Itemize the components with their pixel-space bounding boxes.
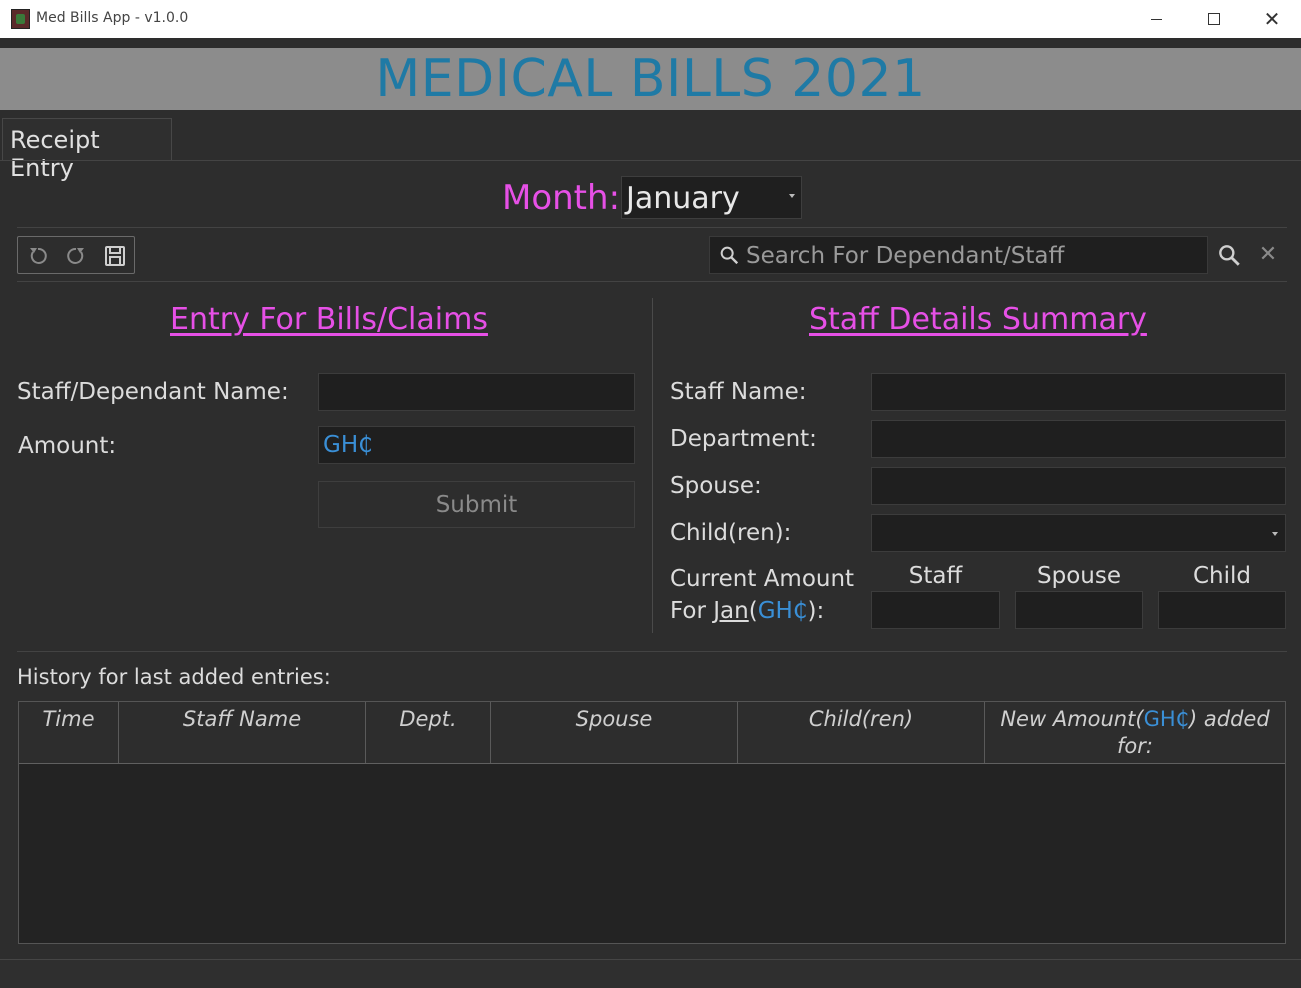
current-amount-label: Current Amount (670, 566, 855, 592)
submit-button[interactable]: Submit (318, 481, 635, 528)
tab-receipt-entry[interactable]: Receipt Entry (2, 118, 172, 182)
staff-amount-field[interactable] (871, 591, 1000, 629)
new-amount-prefix: New Amount (1000, 707, 1136, 731)
search-input[interactable] (744, 240, 1203, 272)
undo-icon[interactable] (26, 244, 50, 268)
search-box (709, 236, 1208, 274)
month-selected-value: January (626, 181, 740, 216)
history-table[interactable]: Time Staff Name Dept. Spouse Child(ren) … (18, 701, 1286, 944)
department-field[interactable] (871, 420, 1286, 458)
column-header-children[interactable]: Child(ren) (738, 702, 985, 763)
staff-dependant-name-input[interactable] (318, 373, 635, 411)
close-window-button[interactable]: ✕ (1243, 0, 1301, 38)
spouse-amount-field[interactable] (1015, 591, 1143, 629)
app-banner: MEDICAL BILLS 2021 (0, 48, 1301, 110)
section-divider (652, 298, 653, 633)
currency-symbol: GH₵ (757, 598, 808, 624)
current-amount-close-paren: ): (807, 598, 825, 624)
edit-toolbar (17, 236, 135, 274)
entry-section-title: Entry For Bills/Claims (170, 302, 488, 337)
amount-label: Amount: (18, 433, 117, 459)
staff-amount-heading: Staff (908, 563, 963, 589)
minimize-button[interactable] (1127, 0, 1185, 38)
children-select[interactable] (871, 514, 1286, 552)
spouse-field[interactable] (871, 467, 1286, 505)
search-button-icon[interactable] (1216, 242, 1242, 268)
table-header: Time Staff Name Dept. Spouse Child(ren) … (19, 702, 1285, 764)
window-title: Med Bills App - v1.0.0 (36, 10, 189, 26)
child-amount-heading: Child (1192, 563, 1252, 589)
history-label: History for last added entries: (17, 665, 331, 689)
maximize-button[interactable] (1185, 0, 1243, 38)
title-bar: Med Bills App - v1.0.0 ✕ (0, 0, 1301, 38)
dropdown-arrow-icon (789, 194, 795, 198)
currency-symbol: GH₵ (1143, 707, 1189, 731)
search-icon (720, 246, 739, 265)
column-header-new-amount[interactable]: New Amount(GH₵) added for: (985, 702, 1285, 763)
current-amount-open-paren: ( (748, 598, 758, 624)
save-icon[interactable] (103, 244, 127, 268)
staff-name-label: Staff Name: (670, 379, 807, 405)
current-amount-for-text: For (670, 598, 706, 624)
summary-section-title: Staff Details Summary (809, 302, 1147, 337)
column-header-spouse[interactable]: Spouse (491, 702, 738, 763)
column-header-time[interactable]: Time (19, 702, 119, 763)
spouse-amount-heading: Spouse (1037, 563, 1121, 589)
tab-divider (0, 160, 1301, 161)
dropdown-arrow-icon (1272, 532, 1278, 536)
month-select[interactable]: January (621, 176, 802, 219)
new-amount-open-paren: ( (1135, 707, 1144, 731)
spouse-label: Spouse: (670, 473, 762, 499)
current-amount-month: Jan (713, 598, 749, 624)
clear-search-icon[interactable]: ✕ (1256, 242, 1280, 268)
minimize-icon (1150, 18, 1162, 20)
redo-icon[interactable] (64, 244, 88, 268)
column-header-staff-name[interactable]: Staff Name (119, 702, 366, 763)
app-icon (11, 9, 30, 29)
month-label: Month: (502, 178, 621, 218)
divider (17, 281, 1287, 282)
children-label: Child(ren): (670, 520, 792, 546)
column-header-dept[interactable]: Dept. (366, 702, 491, 763)
banner-title: MEDICAL BILLS 2021 (375, 49, 926, 109)
staff-dependant-name-label: Staff/Dependant Name: (17, 379, 289, 405)
maximize-icon (1208, 13, 1220, 25)
divider (17, 227, 1287, 228)
current-amount-for-label: For Jan(GH₵): (670, 598, 824, 624)
amount-input[interactable]: GH₵ (318, 426, 635, 464)
staff-name-field[interactable] (871, 373, 1286, 411)
close-icon: ✕ (1263, 7, 1281, 31)
child-amount-field[interactable] (1158, 591, 1286, 629)
divider (17, 651, 1287, 652)
department-label: Department: (670, 426, 817, 452)
status-bar (0, 959, 1301, 988)
